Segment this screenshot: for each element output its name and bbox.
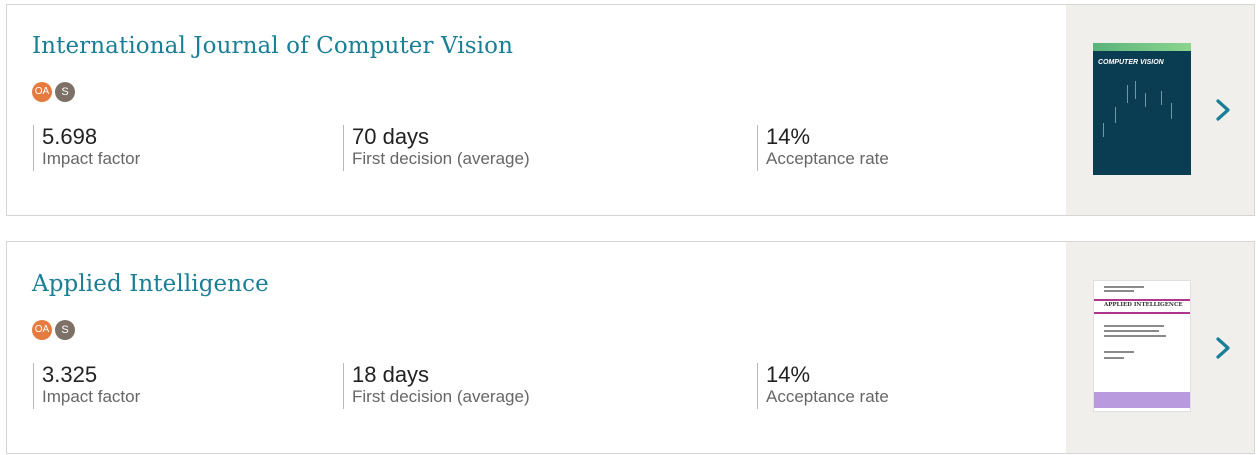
- metric-first-decision: 18 days First decision (average): [343, 363, 530, 409]
- cover-text-line: [1104, 286, 1144, 288]
- cover-line: [1145, 93, 1146, 107]
- open-access-badge: OA: [32, 82, 52, 102]
- journal-title[interactable]: International Journal of Computer Vision: [32, 33, 513, 59]
- journal-cover-image[interactable]: APPLIED INTELLIGENCE: [1093, 280, 1191, 412]
- metric-acceptance-rate: 14% Acceptance rate: [757, 363, 889, 409]
- metric-label: Impact factor: [42, 387, 141, 406]
- cover-line: [1135, 81, 1136, 99]
- journal-card[interactable]: International Journal of Computer Vision…: [6, 4, 1255, 216]
- cover-title: APPLIED INTELLIGENCE: [1104, 302, 1183, 308]
- cover-line: [1103, 123, 1104, 137]
- metric-label: Acceptance rate: [766, 149, 889, 168]
- subscription-badge: S: [55, 82, 75, 102]
- cover-line: [1127, 85, 1128, 103]
- cover-text-line: [1104, 351, 1134, 353]
- cover-text-line: [1104, 357, 1124, 359]
- journal-card[interactable]: Applied Intelligence OA S 3.325 Impact fa…: [6, 241, 1255, 454]
- cover-line: [1161, 91, 1162, 105]
- metric-acceptance-rate: 14% Acceptance rate: [757, 125, 889, 171]
- chevron-right-icon[interactable]: [1210, 97, 1236, 123]
- metric-value: 3.325: [42, 362, 98, 387]
- cover-text-line: [1104, 325, 1164, 327]
- subscription-badge: S: [55, 320, 75, 340]
- badge-group: OA S: [32, 320, 78, 340]
- cover-line: [1115, 107, 1116, 123]
- metric-value: 18 days: [352, 362, 430, 387]
- metric-value: 14%: [766, 124, 811, 149]
- cover-text-line: [1104, 290, 1134, 292]
- journal-cover-image[interactable]: COMPUTER VISION: [1093, 43, 1191, 175]
- metric-impact-factor: 5.698 Impact factor: [33, 125, 140, 171]
- metric-label: Impact factor: [42, 149, 141, 168]
- cover-title: COMPUTER VISION: [1098, 59, 1164, 66]
- badge-group: OA S: [32, 82, 78, 102]
- metric-label: Acceptance rate: [766, 387, 889, 406]
- metric-first-decision: 70 days First decision (average): [343, 125, 530, 171]
- cover-line: [1171, 103, 1172, 119]
- cover-stripe: [1093, 43, 1191, 51]
- metric-value: 14%: [766, 362, 811, 387]
- journal-cover-panel[interactable]: COMPUTER VISION: [1066, 5, 1254, 215]
- journal-title[interactable]: Applied Intelligence: [32, 271, 269, 297]
- metric-value: 70 days: [352, 124, 430, 149]
- metric-label: First decision (average): [352, 149, 530, 168]
- cover-rule: [1094, 312, 1190, 314]
- cover-footer-band: [1094, 392, 1190, 408]
- metric-impact-factor: 3.325 Impact factor: [33, 363, 140, 409]
- metric-value: 5.698: [42, 124, 98, 149]
- journal-cover-panel[interactable]: APPLIED INTELLIGENCE: [1066, 242, 1254, 453]
- cover-text-line: [1104, 335, 1166, 337]
- chevron-right-icon[interactable]: [1210, 335, 1236, 361]
- cover-rule: [1094, 299, 1190, 301]
- open-access-badge: OA: [32, 320, 52, 340]
- metric-label: First decision (average): [352, 387, 530, 406]
- cover-text-line: [1104, 330, 1159, 332]
